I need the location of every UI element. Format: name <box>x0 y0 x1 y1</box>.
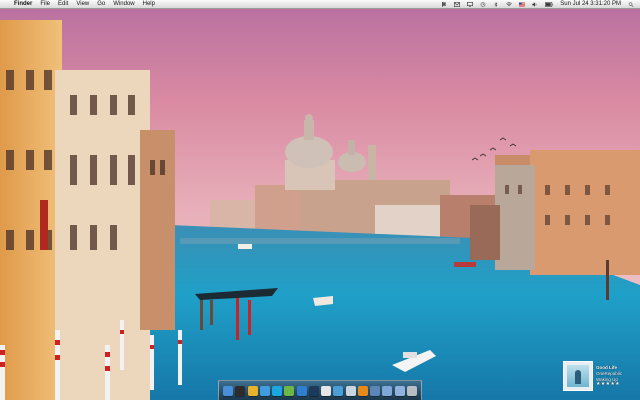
desktop-wallpaper <box>0 0 640 400</box>
photoshop-icon[interactable] <box>308 385 319 396</box>
menu-help[interactable]: Help <box>143 0 155 9</box>
menu-go[interactable]: Go <box>97 0 105 9</box>
itunes-icon[interactable] <box>333 385 344 396</box>
rating-stars[interactable]: ★★★★★ <box>596 382 620 387</box>
finder-icon[interactable] <box>223 385 234 396</box>
artist-name: OneRepublic <box>596 371 623 376</box>
menu-edit[interactable]: Edit <box>58 0 68 9</box>
dock <box>218 380 422 400</box>
preview-icon[interactable] <box>345 385 356 396</box>
trash-icon[interactable] <box>406 385 417 396</box>
flag-us-icon[interactable] <box>519 2 526 7</box>
documents-folder-icon[interactable] <box>394 385 405 396</box>
flag-icon[interactable] <box>441 2 447 7</box>
utorrent-icon[interactable] <box>284 385 295 396</box>
applications-folder-icon[interactable] <box>382 385 393 396</box>
menu-bar: Finder File Edit View Go Window Help Sun… <box>0 0 640 9</box>
vlc-icon[interactable] <box>357 385 368 396</box>
menu-finder[interactable]: Finder <box>14 0 32 9</box>
clock[interactable]: Sun Jul 24 3:31:20 PM <box>560 0 621 9</box>
ical-icon[interactable] <box>321 385 332 396</box>
display-icon[interactable] <box>467 2 474 7</box>
time-machine-icon[interactable] <box>480 2 486 7</box>
mail-icon[interactable] <box>454 2 461 7</box>
menu-view[interactable]: View <box>76 0 89 9</box>
appstore-icon[interactable] <box>296 385 307 396</box>
chrome-icon[interactable] <box>247 385 258 396</box>
volume-icon[interactable] <box>532 2 538 7</box>
album-artwork[interactable] <box>563 361 593 391</box>
menu-file[interactable]: File <box>40 0 50 9</box>
now-playing-widget[interactable]: Good Life OneRepublic Waking Up ★★★★★ <box>563 361 633 391</box>
menu-window[interactable]: Window <box>113 0 134 9</box>
dashboard-icon[interactable] <box>235 385 246 396</box>
spotlight-icon[interactable] <box>628 2 634 7</box>
skype-icon[interactable] <box>272 385 283 396</box>
battery-icon[interactable] <box>545 2 553 7</box>
wifi-icon[interactable] <box>506 2 513 7</box>
safari-icon[interactable] <box>259 385 270 396</box>
bluetooth-icon[interactable] <box>493 2 499 7</box>
xcode-icon[interactable] <box>370 385 381 396</box>
song-title: Good Life <box>596 365 617 370</box>
